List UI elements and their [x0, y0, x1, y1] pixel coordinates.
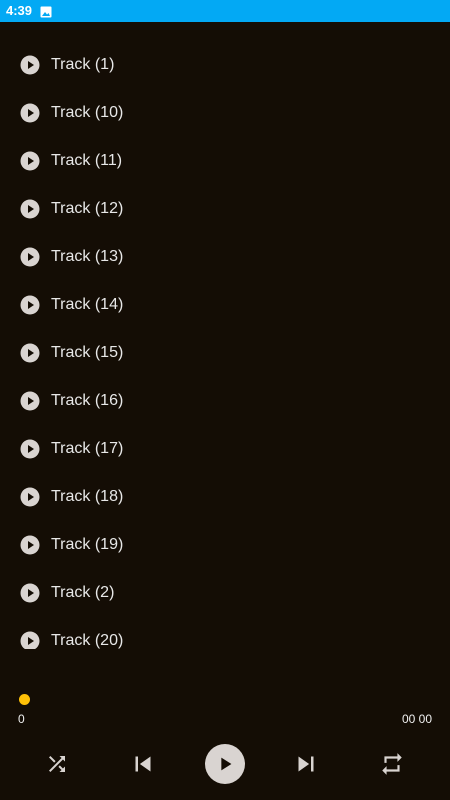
play-circle-icon — [20, 55, 40, 75]
play-circle-icon — [20, 487, 40, 507]
track-label: Track (19) — [51, 536, 124, 553]
track-item[interactable]: Track (1) — [0, 41, 450, 89]
previous-button[interactable] — [119, 740, 167, 788]
track-label: Track (18) — [51, 488, 124, 505]
play-circle-icon — [20, 199, 40, 219]
track-label: Track (11) — [51, 152, 123, 169]
seek-thumb[interactable] — [19, 694, 30, 705]
shuffle-icon — [45, 752, 69, 776]
track-label: Track (13) — [51, 248, 124, 265]
track-label: Track (10) — [51, 104, 124, 121]
music-player-screen: 4:39 Track (1) Track (10) Track (11) Track … — [0, 0, 450, 800]
track-item[interactable]: Track (15) — [0, 329, 450, 377]
track-list[interactable]: Track (1) Track (10) Track (11) Track (12) T… — [0, 41, 450, 649]
repeat-icon — [379, 751, 405, 777]
play-circle-icon — [20, 391, 40, 411]
total-time: 00 00 — [401, 712, 432, 726]
image-icon — [40, 5, 52, 18]
play-circle-icon — [20, 103, 40, 123]
shuffle-button[interactable] — [33, 740, 81, 788]
play-icon — [214, 753, 236, 775]
track-label: Track (14) — [51, 296, 124, 313]
play-button[interactable] — [201, 740, 249, 788]
track-item[interactable]: Track (17) — [0, 425, 450, 473]
track-item[interactable]: Track (11) — [0, 137, 450, 185]
track-item[interactable]: Track (20) — [0, 617, 450, 649]
play-button-circle — [205, 744, 245, 784]
play-circle-icon — [20, 631, 40, 649]
play-circle-icon — [20, 439, 40, 459]
track-item[interactable]: Track (19) — [0, 521, 450, 569]
playback-controls — [0, 740, 450, 788]
previous-icon — [128, 749, 158, 779]
track-label: Track (20) — [51, 632, 124, 649]
track-label: Track (16) — [51, 392, 124, 409]
track-label: Track (17) — [51, 440, 124, 457]
track-item[interactable]: Track (12) — [0, 185, 450, 233]
play-circle-icon — [20, 247, 40, 267]
track-item[interactable]: Track (10) — [0, 89, 450, 137]
track-label: Track (1) — [51, 56, 115, 73]
track-item[interactable]: Track (2) — [0, 569, 450, 617]
track-label: Track (15) — [51, 344, 124, 361]
track-item[interactable]: Track (16) — [0, 377, 450, 425]
current-time: 0 — [18, 712, 25, 726]
track-label: Track (2) — [51, 584, 115, 601]
play-circle-icon — [20, 295, 40, 315]
status-time: 4:39 — [6, 3, 33, 18]
track-item[interactable]: Track (14) — [0, 281, 450, 329]
track-item[interactable]: Track (18) — [0, 473, 450, 521]
status-bar: 4:39 — [0, 0, 450, 22]
next-icon — [291, 749, 321, 779]
next-button[interactable] — [282, 740, 330, 788]
play-circle-icon — [20, 151, 40, 171]
play-circle-icon — [20, 343, 40, 363]
track-item[interactable]: Track (13) — [0, 233, 450, 281]
play-circle-icon — [20, 535, 40, 555]
play-circle-icon — [20, 583, 40, 603]
repeat-button[interactable] — [368, 740, 416, 788]
track-label: Track (12) — [51, 200, 124, 217]
seek-bar[interactable]: 0 00 00 — [0, 690, 450, 730]
